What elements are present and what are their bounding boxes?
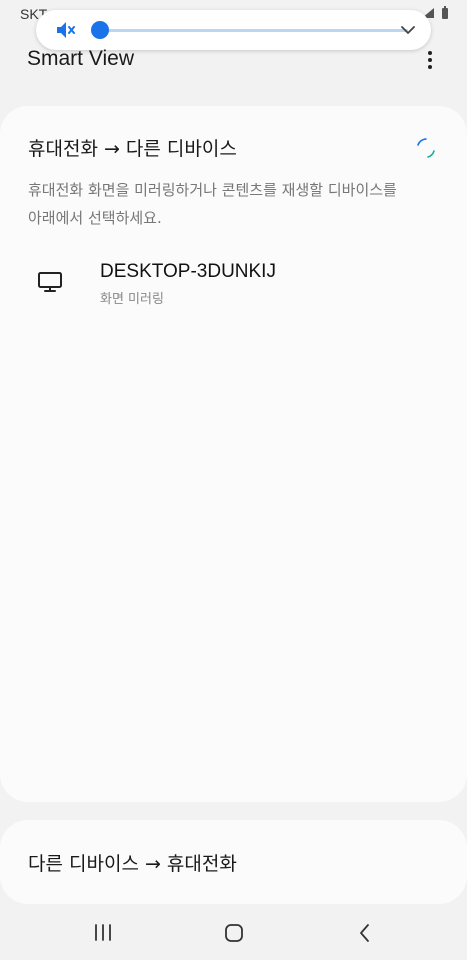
volume-mute-icon[interactable] [54,19,76,41]
home-icon[interactable] [219,920,249,946]
section-description: 휴대전화 화면을 미러링하거나 콘텐츠를 재생할 디바이스를 아래에서 선택하세… [28,181,397,227]
device-to-phone-card[interactable]: 다른 디바이스 → 휴대전화 [0,820,467,904]
back-icon[interactable] [350,920,380,946]
more-options-button[interactable] [420,48,440,72]
device-to-phone-title: 다른 디바이스 → 휴대전화 [28,853,237,875]
recent-apps-icon[interactable] [88,920,118,946]
page-title: Smart View [27,47,134,70]
volume-slider-track[interactable] [98,29,408,32]
device-name: DESKTOP-3DUNKIJ [100,261,276,282]
monitor-icon [37,270,63,294]
volume-panel [36,10,431,50]
more-vertical-icon [428,51,432,55]
volume-slider-thumb[interactable] [91,21,109,39]
device-subtitle: 화면 미러링 [100,292,164,307]
loading-spinner-icon [414,136,438,160]
battery-icon [441,6,449,23]
device-list-item[interactable]: DESKTOP-3DUNKIJ 화면 미러링 [0,250,467,314]
navigation-bar [0,906,467,960]
phone-to-device-title: 휴대전화 → 다른 디바이스 [28,138,237,160]
chevron-down-icon[interactable] [399,21,417,39]
